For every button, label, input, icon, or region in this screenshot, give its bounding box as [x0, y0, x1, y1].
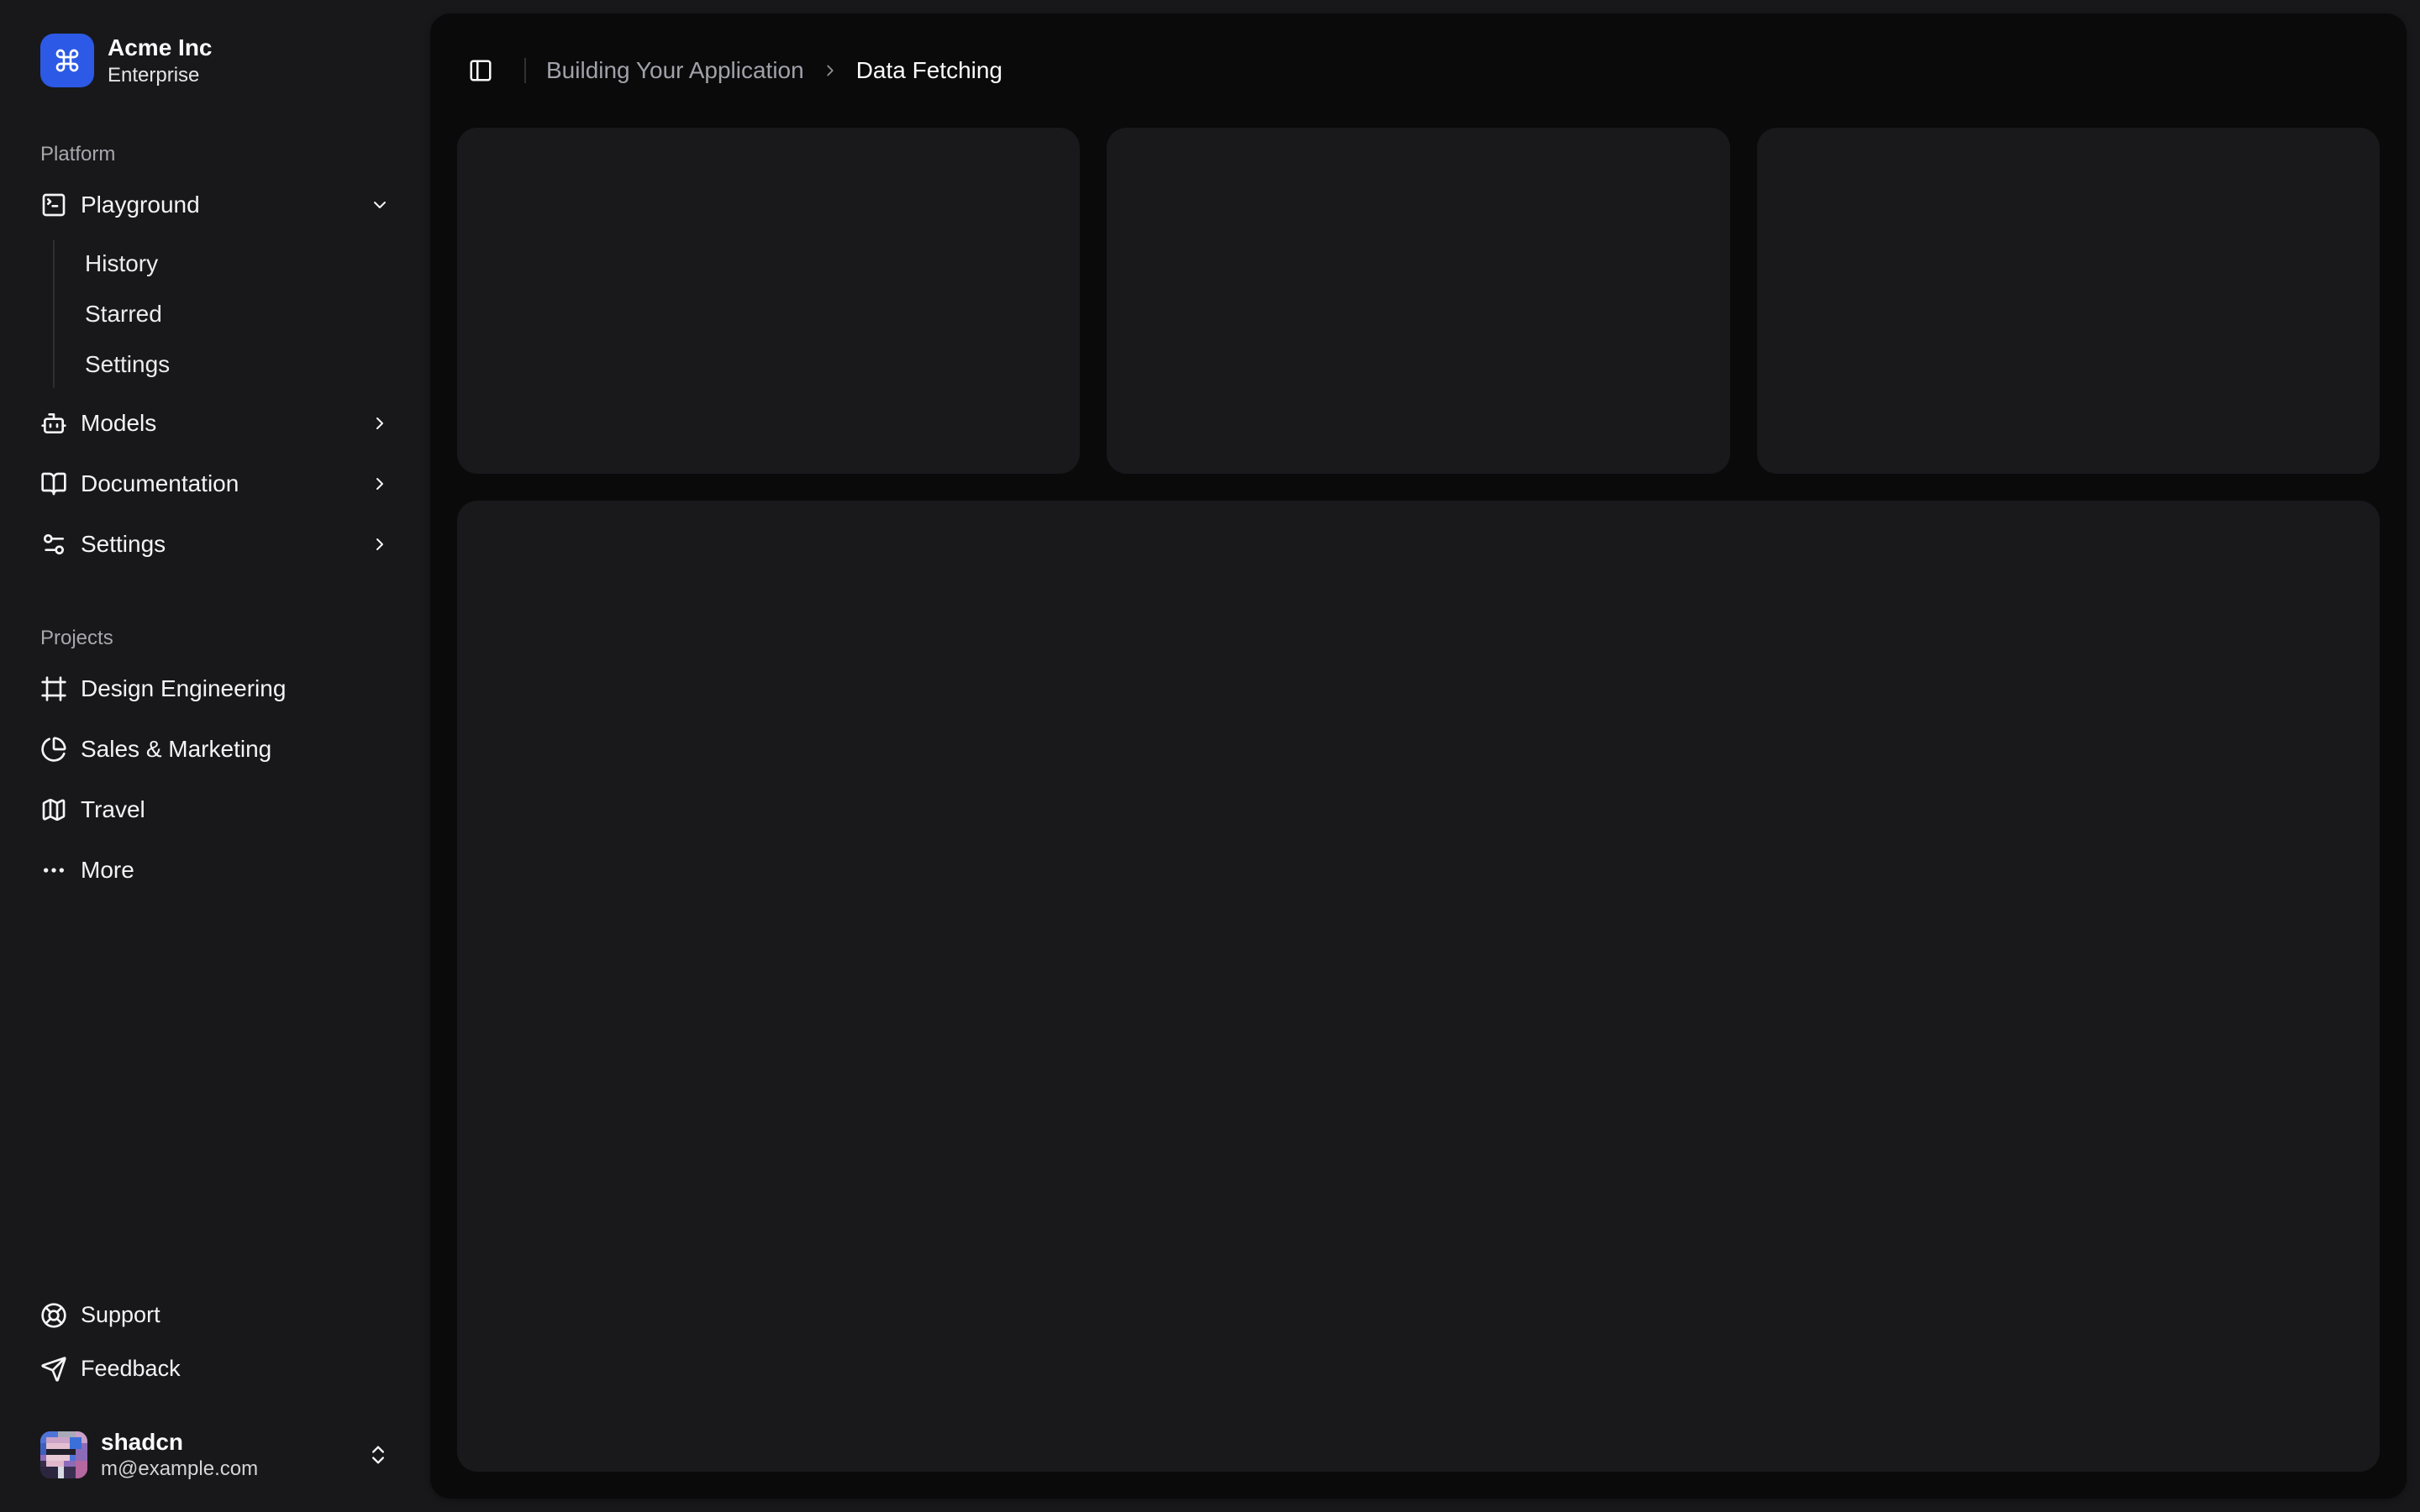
sidebar-item-playground[interactable]: Playground [27, 178, 403, 232]
panel-left-icon [468, 58, 493, 83]
sidebar-group-label-platform: Platform [40, 143, 116, 166]
map-icon [40, 796, 67, 823]
placeholder-card-large [457, 501, 2380, 1472]
sidebar: Acme Inc Enterprise Platform Playground … [0, 0, 430, 1512]
header-divider [524, 58, 526, 83]
book-open-icon [40, 470, 67, 497]
sidebar-menu-projects: Design Engineering Sales & Marketing Tra… [27, 662, 403, 904]
sidebar-secondary-menu: Support Feedback [27, 1290, 403, 1398]
send-icon [40, 1356, 67, 1383]
user-menu-button[interactable]: shadcn m@example.com [27, 1418, 403, 1492]
chevron-right-icon [370, 534, 390, 554]
square-terminal-icon [40, 192, 67, 218]
avatar [40, 1431, 87, 1478]
user-email: m@example.com [101, 1457, 259, 1481]
sidebar-item-models[interactable]: Models [27, 396, 403, 450]
placeholder-card-1 [457, 128, 1081, 474]
main-content [430, 128, 2407, 1499]
chevron-right-icon [370, 413, 390, 433]
sidebar-toggle-button[interactable] [457, 47, 504, 94]
placeholder-card-2 [1107, 128, 1730, 474]
sidebar-item-settings[interactable]: Settings [27, 517, 403, 571]
team-switcher-button[interactable]: Acme Inc Enterprise [27, 27, 403, 94]
chevron-right-icon [821, 61, 839, 80]
ellipsis-icon [40, 857, 67, 884]
main-header: Building Your Application Data Fetching [430, 13, 2407, 128]
user-name: shadcn [101, 1428, 184, 1455]
command-icon [40, 34, 94, 88]
sidebar-subitem-settings[interactable]: Settings [71, 341, 403, 388]
placeholder-card-3 [1756, 128, 2380, 474]
sidebar-item-travel[interactable]: Travel [27, 783, 403, 837]
playground-submenu: History Starred Settings [53, 240, 403, 389]
frame-icon [40, 675, 67, 702]
sidebar-item-feedback[interactable]: Feedback [27, 1344, 403, 1394]
chevrons-up-down-icon [366, 1443, 390, 1467]
sidebar-subitem-history[interactable]: History [71, 240, 403, 287]
sidebar-menu-platform: Playground History Starred Settings Mode… [27, 178, 403, 578]
main-panel: Building Your Application Data Fetching [430, 13, 2407, 1499]
chevron-right-icon [370, 474, 390, 494]
bot-icon [40, 410, 67, 437]
team-name: Acme Inc [108, 34, 213, 60]
breadcrumb-parent-link[interactable]: Building Your Application [546, 57, 804, 84]
team-plan: Enterprise [108, 63, 200, 87]
sidebar-item-design-engineering[interactable]: Design Engineering [27, 662, 403, 716]
life-buoy-icon [40, 1302, 67, 1329]
sidebar-group-label-projects: Projects [40, 627, 113, 650]
sidebar-item-support[interactable]: Support [27, 1290, 403, 1341]
settings-icon [40, 531, 67, 558]
sidebar-subitem-starred[interactable]: Starred [71, 291, 403, 338]
breadcrumb-current-page: Data Fetching [855, 57, 1003, 83]
breadcrumb: Building Your Application Data Fetching [546, 57, 1002, 84]
sidebar-item-documentation[interactable]: Documentation [27, 457, 403, 511]
pie-chart-icon [40, 736, 67, 763]
sidebar-item-more[interactable]: More [27, 843, 403, 897]
chevron-down-icon [370, 195, 390, 215]
sidebar-item-sales-marketing[interactable]: Sales & Marketing [27, 722, 403, 776]
placeholder-cards-row [457, 128, 2380, 474]
